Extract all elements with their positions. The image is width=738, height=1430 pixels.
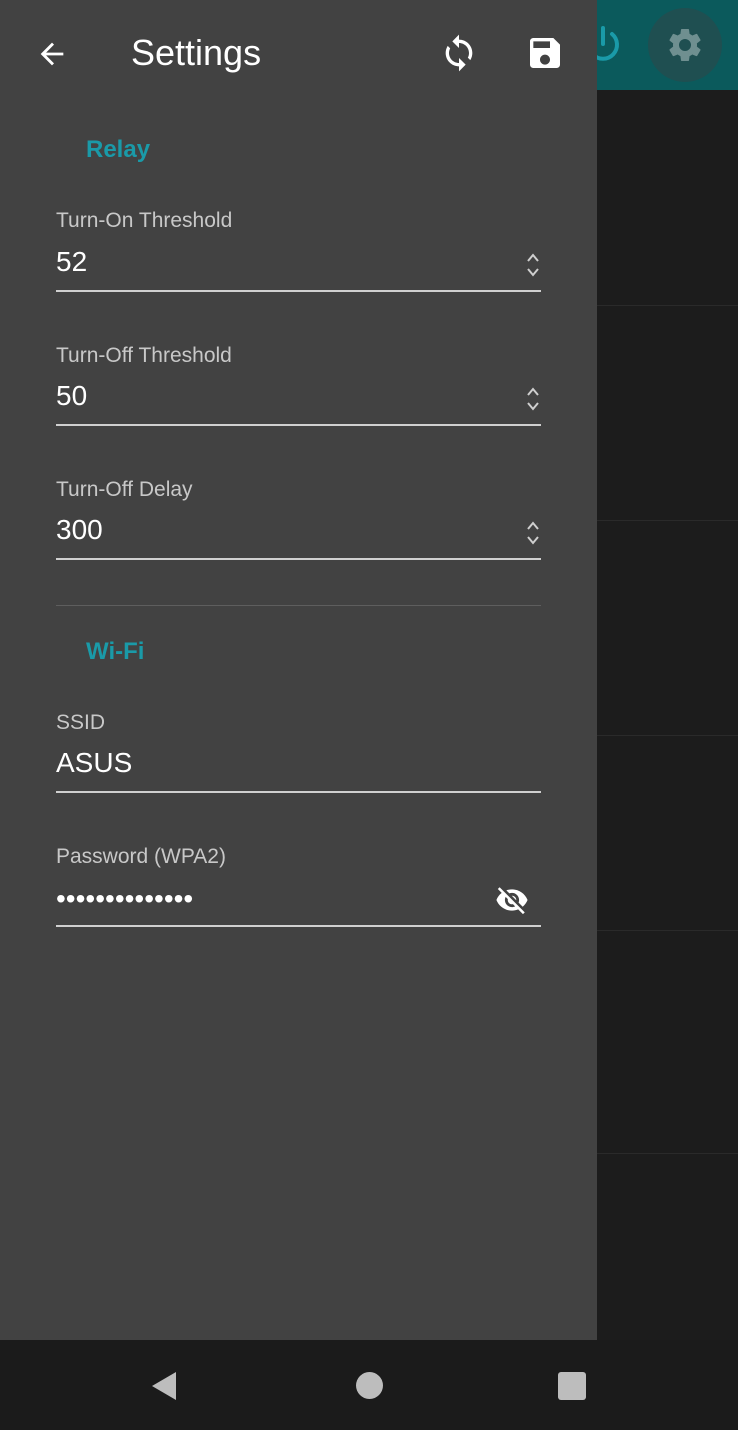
turn-off-threshold-value: 50 bbox=[56, 380, 88, 411]
background-divider bbox=[597, 520, 738, 521]
settings-drawer: Settings Relay Turn-On Threshold 52 Turn… bbox=[0, 0, 597, 1340]
ssid-label: SSID bbox=[56, 711, 106, 734]
nav-recents-icon[interactable] bbox=[558, 1372, 586, 1400]
turn-off-delay-input[interactable]: 300 bbox=[56, 510, 541, 560]
turn-off-threshold-label: Turn-Off Threshold bbox=[56, 344, 232, 367]
save-button[interactable] bbox=[520, 28, 570, 78]
password-input[interactable]: •••••••••••••• bbox=[56, 877, 541, 927]
nav-home-icon[interactable] bbox=[356, 1372, 383, 1399]
arrow-back-icon bbox=[40, 42, 64, 66]
password-label: Password (WPA2) bbox=[56, 845, 226, 868]
drawer-toolbar: Settings bbox=[0, 0, 597, 106]
section-title-wifi: Wi-Fi bbox=[86, 638, 145, 665]
number-stepper-icon[interactable] bbox=[525, 384, 541, 414]
eye-off-icon bbox=[496, 887, 528, 915]
background-divider bbox=[597, 1153, 738, 1154]
password-value: •••••••••••••• bbox=[56, 883, 194, 914]
turn-off-delay-label: Turn-Off Delay bbox=[56, 478, 193, 501]
turn-off-delay-value: 300 bbox=[56, 514, 103, 545]
number-stepper-icon[interactable] bbox=[525, 250, 541, 280]
turn-off-threshold-input[interactable]: 50 bbox=[56, 376, 541, 426]
save-icon bbox=[530, 38, 560, 68]
section-divider bbox=[56, 605, 541, 606]
background-divider bbox=[597, 305, 738, 306]
section-title-relay: Relay bbox=[86, 136, 151, 163]
nav-back-icon[interactable] bbox=[148, 1370, 180, 1402]
turn-on-threshold-input[interactable]: 52 bbox=[56, 242, 541, 292]
turn-on-threshold-label: Turn-On Threshold bbox=[56, 209, 233, 232]
ssid-value: ASUS bbox=[56, 747, 133, 778]
gear-icon bbox=[669, 28, 701, 61]
sync-button[interactable] bbox=[434, 28, 484, 78]
toggle-password-visibility-button[interactable] bbox=[491, 881, 533, 919]
background-divider bbox=[597, 735, 738, 736]
sync-icon bbox=[445, 34, 473, 72]
page-title: Settings bbox=[131, 32, 262, 73]
turn-on-threshold-value: 52 bbox=[56, 246, 88, 277]
number-stepper-icon[interactable] bbox=[525, 518, 541, 548]
ssid-input[interactable]: ASUS bbox=[56, 743, 541, 793]
settings-gear-button[interactable] bbox=[648, 8, 722, 82]
background-divider bbox=[597, 930, 738, 931]
back-button[interactable] bbox=[28, 30, 76, 78]
